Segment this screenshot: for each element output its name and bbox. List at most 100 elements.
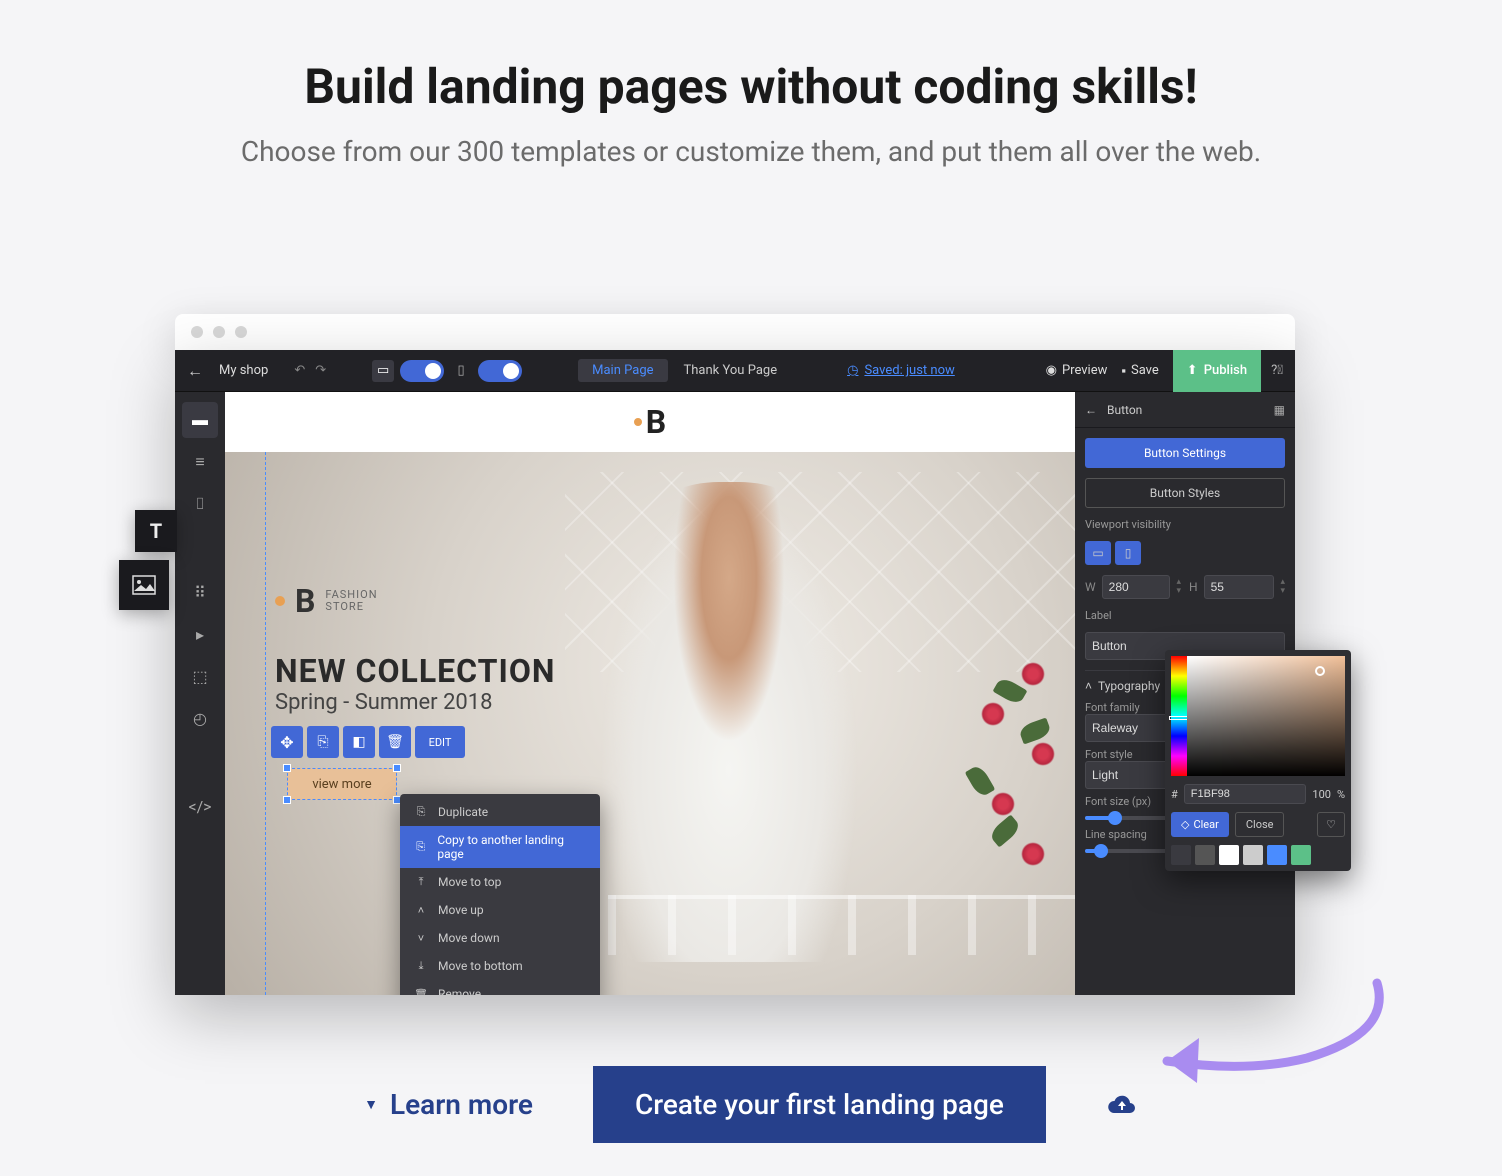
viewport-toggles: ▭ ▯	[1085, 541, 1285, 565]
clear-button[interactable]: ◇Clear	[1171, 812, 1229, 837]
logo-text: B	[646, 403, 666, 441]
opacity-unit: %	[1337, 788, 1345, 801]
device-toggles: ▭ ▯	[372, 360, 522, 382]
desktop-icon[interactable]: ▭	[372, 360, 394, 382]
copy-icon: ⎘	[414, 840, 427, 854]
panel-back-icon[interactable]: ←	[1085, 403, 1097, 417]
resize-handle-ne[interactable]	[393, 764, 401, 772]
trash-icon: 🗑	[414, 988, 428, 996]
swatch[interactable]	[1195, 845, 1215, 865]
hue-slider[interactable]	[1171, 656, 1187, 776]
mobile-toggle[interactable]	[478, 360, 522, 382]
editor-canvas[interactable]: B	[225, 392, 1075, 995]
create-landing-page-button[interactable]: Create your first landing page	[593, 1066, 1046, 1143]
edit-sel-button[interactable]: EDIT	[415, 726, 465, 758]
back-icon[interactable]: ←	[187, 361, 203, 381]
resize-handle-nw[interactable]	[283, 764, 291, 772]
upload-icon: ⬆	[1187, 363, 1198, 378]
cm-duplicate[interactable]: ⎘Duplicate	[400, 798, 600, 826]
brand-block[interactable]: B FASHION STORE	[275, 582, 378, 620]
hero-subheading[interactable]: Spring - Summer 2018	[275, 690, 493, 715]
cm-move-down[interactable]: ˅Move down	[400, 924, 600, 952]
cm-move-bottom[interactable]: ⤓Move to bottom	[400, 952, 600, 980]
move-down-icon: ˅	[414, 932, 428, 945]
swatch[interactable]	[1291, 845, 1311, 865]
publish-button[interactable]: ⬆Publish	[1173, 350, 1261, 392]
width-stepper-icon[interactable]: ▴▾	[1176, 578, 1181, 596]
help-icon[interactable]: ?⃝	[1271, 363, 1283, 378]
mobile-icon[interactable]: ▯	[450, 360, 472, 382]
hex-row: # 100 %	[1171, 784, 1345, 804]
cloud-upload-icon[interactable]	[1106, 1093, 1138, 1117]
clear-icon: ◇	[1181, 818, 1189, 831]
viewport-mobile-icon[interactable]: ▯	[1115, 541, 1141, 565]
undo-icon[interactable]: ↶	[294, 363, 305, 378]
text-tool-floating[interactable]: T	[135, 510, 177, 552]
height-stepper-icon[interactable]: ▴▾	[1280, 578, 1285, 596]
brand-letter: B	[295, 582, 315, 620]
hex-input[interactable]	[1184, 784, 1307, 804]
frame-tool-icon[interactable]: ⬚	[182, 658, 218, 694]
history-controls: ↶ ↷	[294, 363, 326, 378]
traffic-light-min	[213, 326, 225, 338]
swatch[interactable]	[1171, 845, 1191, 865]
swatch[interactable]	[1243, 845, 1263, 865]
hash-label: #	[1171, 788, 1178, 801]
parent-sel-icon[interactable]: ◧	[343, 726, 375, 758]
height-label: H	[1189, 580, 1198, 594]
row-tool-icon[interactable]: ≡	[182, 444, 218, 480]
grid-view-icon[interactable]: ▦	[1274, 403, 1285, 417]
shop-name[interactable]: My shop	[219, 363, 268, 378]
resize-handle-sw[interactable]	[283, 796, 291, 804]
cm-move-top[interactable]: ⤒Move to top	[400, 868, 600, 896]
save-button[interactable]: ▪Save	[1121, 363, 1158, 379]
timer-tool-icon[interactable]: ◴	[182, 700, 218, 736]
image-tool-floating[interactable]	[119, 560, 169, 610]
move-up-icon: ˄	[414, 904, 428, 917]
move-top-icon: ⤒	[414, 875, 428, 889]
swatch[interactable]	[1267, 845, 1287, 865]
elements-tool-icon[interactable]: ⠿	[182, 574, 218, 610]
saturation-area[interactable]	[1187, 656, 1345, 776]
preview-button[interactable]: ◉Preview	[1046, 363, 1108, 378]
desktop-toggle[interactable]	[400, 360, 444, 382]
traffic-light-close	[191, 326, 203, 338]
viewport-label: Viewport visibility	[1085, 518, 1285, 531]
video-tool-icon[interactable]: ▸	[182, 616, 218, 652]
page-tabs: Main Page Thank You Page	[578, 359, 791, 382]
move-handle-icon[interactable]: ✥	[271, 726, 303, 758]
hero-heading[interactable]: NEW COLLECTION	[275, 652, 555, 690]
copy-sel-icon[interactable]: ⎘	[307, 726, 339, 758]
swatch[interactable]	[1219, 845, 1239, 865]
cta-tool-icon[interactable]: ⌷	[182, 486, 218, 522]
cm-move-up[interactable]: ˄Move up	[400, 896, 600, 924]
panel-title: Button	[1107, 403, 1142, 417]
tab-button-styles[interactable]: Button Styles	[1085, 478, 1285, 508]
close-button[interactable]: Close	[1235, 812, 1285, 837]
favorite-button[interactable]: ♡	[1317, 812, 1345, 837]
tab-button-settings[interactable]: Button Settings	[1085, 438, 1285, 468]
context-menu: ⎘Duplicate ⎘Copy to another landing page…	[400, 794, 600, 995]
hero-title: Build landing pages without coding skill…	[0, 58, 1502, 115]
save-status[interactable]: ◷ Saved: just now	[847, 363, 955, 378]
height-input[interactable]	[1204, 575, 1275, 599]
collapse-icon: ˄	[1085, 679, 1092, 693]
tab-thank-you[interactable]: Thank You Page	[670, 359, 792, 382]
selected-button-element[interactable]: view more	[287, 768, 397, 800]
hero-subtitle: Choose from our 300 templates or customi…	[0, 135, 1502, 168]
learn-more-link[interactable]: ▼ Learn more	[364, 1088, 533, 1121]
viewport-desktop-icon[interactable]: ▭	[1085, 541, 1111, 565]
code-tool-icon[interactable]: </>	[182, 788, 218, 824]
cm-remove[interactable]: 🗑Remove	[400, 980, 600, 995]
tab-main-page[interactable]: Main Page	[578, 359, 667, 382]
section-tool-icon[interactable]: ▬	[182, 402, 218, 438]
redo-icon[interactable]: ↷	[315, 363, 326, 378]
cm-copy-to-page[interactable]: ⎘Copy to another landing page	[400, 826, 600, 868]
traffic-light-max	[235, 326, 247, 338]
width-input[interactable]	[1102, 575, 1171, 599]
delete-sel-icon[interactable]: 🗑	[379, 726, 411, 758]
duplicate-icon: ⎘	[414, 805, 428, 819]
label-label: Label	[1085, 609, 1285, 622]
logo-dot-icon	[634, 418, 642, 426]
floppy-icon: ▪	[1121, 363, 1126, 379]
